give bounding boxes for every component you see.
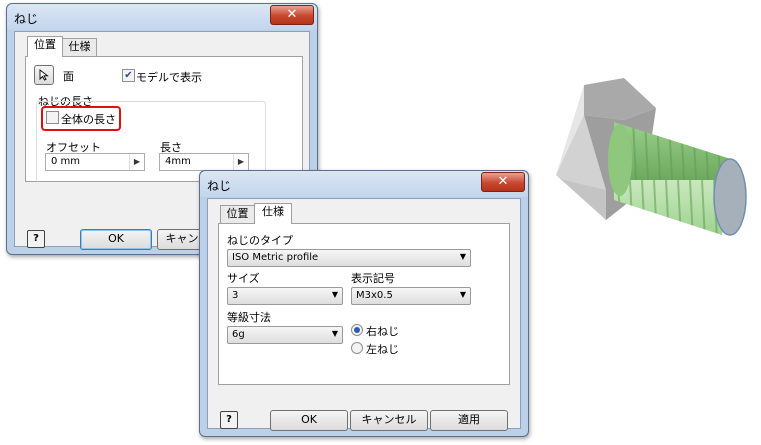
tab-position[interactable]: 位置	[220, 205, 255, 223]
bolt-shank-start	[608, 124, 632, 196]
close-button[interactable]: ✕	[481, 172, 525, 192]
tab-panel: ねじのタイプ ISO Metric profile ▼ サイズ 3 ▼ 表示記号…	[218, 223, 510, 385]
tab-specification[interactable]: 仕様	[254, 203, 292, 224]
class-label: 等級寸法	[227, 311, 271, 324]
help-button[interactable]: ?	[220, 411, 238, 429]
dropdown-arrow-icon: ▼	[459, 290, 466, 299]
show-in-model-label: モデルで表示	[136, 71, 202, 84]
dialog-client: 位置 仕様 ねじのタイプ ISO Metric profile ▼ サイズ 3 …	[207, 198, 521, 431]
class-select[interactable]: 6g ▼	[227, 326, 343, 344]
right-hand-radio[interactable]	[351, 324, 363, 336]
length-value: 4mm	[165, 156, 191, 167]
size-label: サイズ	[227, 272, 260, 285]
designation-value: M3x0.5	[356, 290, 393, 301]
cancel-button[interactable]: キャンセル	[350, 410, 428, 431]
left-hand-radio[interactable]	[351, 342, 363, 354]
select-face-button[interactable]	[34, 65, 54, 85]
thread-type-value: ISO Metric profile	[232, 252, 319, 263]
offset-arrow-icon[interactable]: ▶	[129, 154, 144, 170]
class-value: 6g	[232, 329, 245, 340]
ok-button[interactable]: OK	[270, 410, 348, 431]
show-in-model-checkbox[interactable]: ✔	[122, 69, 135, 82]
dialog-title: ねじ	[207, 179, 232, 193]
face-label: 面	[63, 70, 74, 83]
title-bar[interactable]: ねじ ✕	[200, 171, 528, 197]
offset-value: 0 mm	[51, 156, 81, 167]
thread-dialog-specification: ねじ ✕ 位置 仕様 ねじのタイプ ISO Metric profile ▼ サ…	[199, 170, 529, 437]
bolt-end-face	[713, 158, 747, 236]
designation-select[interactable]: M3x0.5 ▼	[351, 287, 471, 305]
help-button[interactable]: ?	[27, 230, 45, 248]
dropdown-arrow-icon: ▼	[459, 252, 466, 261]
title-bar[interactable]: ねじ ✕	[7, 4, 317, 30]
tab-specification[interactable]: 仕様	[62, 38, 97, 56]
thread-type-label: ねじのタイプ	[227, 234, 293, 247]
designation-label: 表示記号	[351, 272, 395, 285]
left-hand-label: 左ねじ	[366, 343, 399, 356]
full-length-checkbox[interactable]	[46, 111, 59, 124]
dialog-title: ねじ	[14, 12, 39, 26]
thread-type-select[interactable]: ISO Metric profile ▼	[227, 249, 471, 267]
right-hand-label: 右ねじ	[366, 325, 399, 338]
apply-button[interactable]: 適用	[430, 410, 508, 431]
tab-panel: 面 ✔ モデルで表示 ねじの長さ 全体の長さ オフセット 0 mm ▶ 長さ 4…	[25, 56, 303, 182]
cursor-arrow-icon	[39, 69, 49, 81]
close-button[interactable]: ✕	[270, 5, 314, 25]
ok-button[interactable]: OK	[80, 229, 152, 250]
tab-position[interactable]: 位置	[27, 36, 63, 57]
length-arrow-icon[interactable]: ▶	[233, 154, 248, 170]
full-length-label: 全体の長さ	[61, 113, 116, 126]
offset-field[interactable]: 0 mm ▶	[45, 153, 145, 171]
size-value: 3	[232, 290, 239, 301]
size-select[interactable]: 3 ▼	[227, 287, 343, 305]
dropdown-arrow-icon: ▼	[331, 290, 338, 299]
length-field[interactable]: 4mm ▶	[159, 153, 249, 171]
dropdown-arrow-icon: ▼	[331, 329, 338, 338]
bolt-thread-preview-image	[556, 78, 747, 236]
